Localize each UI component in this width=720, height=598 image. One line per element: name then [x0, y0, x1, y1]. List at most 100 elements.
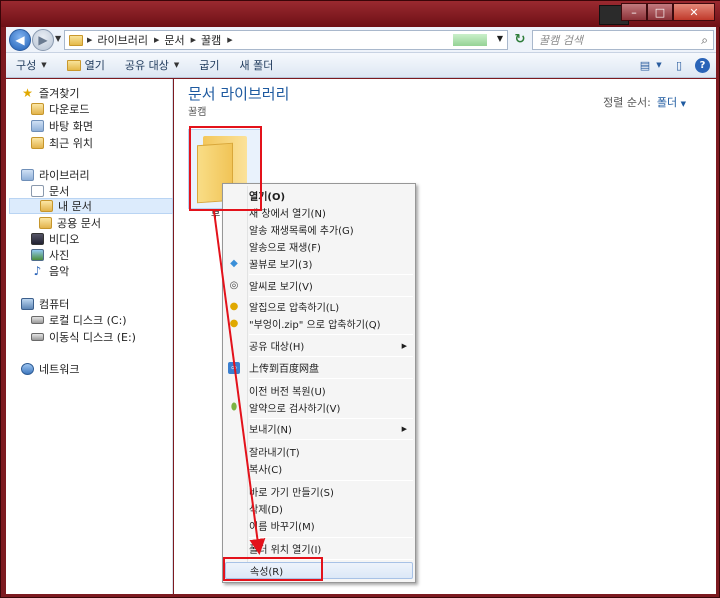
search-icon[interactable]: ⌕ — [701, 33, 708, 48]
pictures-icon — [31, 249, 44, 261]
view-options-icon[interactable]: ▤ — [637, 57, 653, 73]
nav-videos[interactable]: 비디오 — [31, 231, 79, 247]
minimize-button[interactable]: – — [621, 3, 647, 21]
music-note-icon: ♪ — [33, 264, 42, 278]
documents-icon — [31, 185, 44, 197]
menu-item-open-folder-location[interactable]: 폴더 위치 열기(I) — [225, 540, 413, 557]
burn-button[interactable]: 굽기 — [189, 53, 229, 78]
menu-item-copy[interactable]: 복사(C) — [225, 460, 413, 477]
nav-network[interactable]: 네트워크 — [21, 361, 79, 377]
folder-icon — [69, 34, 83, 46]
nav-downloads[interactable]: 다운로드 — [31, 101, 89, 117]
menu-item-send-to[interactable]: 보내기(N) ▶ — [225, 420, 413, 437]
menu-item-honeyview[interactable]: ◆ 꿀뷰로 보기(3) — [225, 255, 413, 272]
breadcrumb-separator-icon[interactable]: ▶ — [154, 36, 159, 44]
alsee-icon: ◎ — [229, 280, 239, 291]
arrange-label: 정렬 순서: — [603, 96, 651, 109]
honeyview-icon: ◆ — [230, 258, 238, 269]
arrange-by: 정렬 순서: 폴더 ▼ — [603, 94, 686, 110]
nav-label: 비디오 — [49, 233, 80, 246]
library-icon — [21, 169, 34, 181]
nav-libraries[interactable]: 라이브러리 — [21, 167, 90, 183]
address-bar[interactable]: ▶ 라이브러리 ▶ 문서 ▶ 꿀캠 ▶ ▼ — [64, 30, 508, 50]
nav-favorites[interactable]: ★ 즐겨찾기 — [21, 85, 79, 101]
back-button[interactable]: ◀ — [9, 29, 31, 51]
menu-item-create-shortcut[interactable]: 바로 가기 만들기(S) — [225, 483, 413, 500]
breadcrumb-documents[interactable]: 문서 — [164, 32, 184, 48]
menu-item-restore-previous[interactable]: 이전 버전 복원(U) — [225, 382, 413, 399]
share-with-button[interactable]: 공유 대상 ▼ — [115, 53, 189, 78]
menu-item-alsee[interactable]: ◎ 알씨로 보기(V) — [225, 277, 413, 294]
search-placeholder: 꿀캠 검색 — [539, 34, 583, 47]
submenu-arrow-icon: ▶ — [401, 341, 407, 350]
arrange-value: 폴더 — [656, 96, 678, 109]
explorer-window: – □ ✕ ◀ ▶ ▼ ▶ 라이브러리 ▶ 문서 ▶ 꿀캠 ▶ ▼ ↻ 꿀캠 검… — [0, 0, 720, 598]
nav-my-documents[interactable]: 내 문서 — [9, 198, 173, 214]
open-button[interactable]: 열기 — [57, 53, 115, 78]
nav-computer[interactable]: 컴퓨터 — [21, 296, 69, 312]
nav-local-disk[interactable]: 로컬 디스크 (C:) — [31, 312, 127, 328]
nav-removable-disk[interactable]: 이동식 디스크 (E:) — [31, 329, 136, 345]
help-icon[interactable]: ? — [695, 57, 710, 73]
nav-label: 최근 위치 — [49, 137, 93, 150]
breadcrumb-libraries[interactable]: 라이브러리 — [97, 32, 148, 48]
menu-separator — [249, 537, 413, 538]
address-history-dropdown-icon[interactable]: ▼ — [497, 34, 503, 43]
refresh-button[interactable]: ↻ — [512, 32, 528, 48]
menu-item-label: 복사(C) — [249, 465, 283, 476]
refresh-icon: ↻ — [514, 32, 526, 47]
maximize-button[interactable]: □ — [647, 3, 673, 21]
recent-pages-dropdown-icon[interactable]: ▼ — [55, 34, 61, 43]
nav-label: 이동식 디스크 (E:) — [49, 331, 136, 344]
view-dropdown-icon[interactable]: ▼ — [655, 57, 663, 73]
nav-documents[interactable]: 문서 — [31, 183, 69, 199]
nav-label: 다운로드 — [49, 103, 90, 116]
alzip-icon: ● — [229, 301, 239, 312]
search-input[interactable]: 꿀캠 검색 ⌕ — [532, 30, 714, 50]
nav-label: 컴퓨터 — [39, 298, 70, 311]
menu-item-delete[interactable]: 삭제(D) — [225, 500, 413, 517]
menu-item-label: 알씨로 보기(V) — [249, 282, 313, 293]
arrange-by-dropdown[interactable]: 폴더 ▼ — [657, 96, 686, 109]
nav-recent[interactable]: 최근 위치 — [31, 135, 93, 151]
menu-item-cut[interactable]: 잘라내기(T) — [225, 443, 413, 460]
computer-icon — [21, 298, 34, 310]
preview-pane-icon[interactable]: ▯ — [671, 57, 687, 73]
organize-button[interactable]: 구성 ▼ — [6, 53, 57, 78]
breadcrumb-separator-icon[interactable]: ▶ — [227, 36, 232, 44]
close-button[interactable]: ✕ — [673, 3, 715, 21]
menu-item-label: 공유 대상(H) — [249, 342, 305, 353]
new-folder-button[interactable]: 새 폴더 — [230, 53, 284, 78]
nav-public-documents[interactable]: 공용 문서 — [39, 215, 101, 231]
breadcrumb-separator-icon[interactable]: ▶ — [191, 36, 196, 44]
back-arrow-icon: ◀ — [15, 33, 25, 47]
close-icon: ✕ — [689, 5, 699, 19]
menu-item-alsong-play[interactable]: 알송으로 재생(F) — [225, 238, 413, 255]
organize-label: 구성 — [16, 59, 37, 72]
menu-item-label: "부엉이.zip" 으로 압축하기(Q) — [249, 320, 381, 331]
menu-item-baidu-upload[interactable]: ∞ 上传到百度网盘 — [225, 359, 413, 376]
menu-separator — [249, 274, 413, 275]
title-bar[interactable]: – □ ✕ — [1, 1, 720, 27]
nav-desktop[interactable]: 바탕 화면 — [31, 118, 93, 134]
menu-item-label: 바로 가기 만들기(S) — [249, 488, 334, 499]
menu-item-compress-zip[interactable]: ● "부엉이.zip" 으로 압축하기(Q) — [225, 315, 413, 332]
chevron-down-icon: ▼ — [41, 61, 47, 69]
breadcrumb-separator-icon[interactable]: ▶ — [87, 36, 92, 44]
menu-item-alzip-compress[interactable]: ● 알집으로 압축하기(L) — [225, 298, 413, 315]
nav-label: 바탕 화면 — [49, 120, 93, 133]
nav-pictures[interactable]: 사진 — [31, 247, 69, 263]
nav-music[interactable]: ♪ 음악 — [31, 263, 70, 279]
menu-item-alsong-add-playlist[interactable]: 알송 재생목록에 추가(G) — [225, 221, 413, 238]
menu-item-rename[interactable]: 이름 바꾸기(M) — [225, 517, 413, 534]
menu-item-alyac-scan[interactable]: ⬮ 알약으로 검사하기(V) — [225, 399, 413, 416]
breadcrumb-current[interactable]: 꿀캠 — [201, 32, 221, 48]
menu-separator — [249, 439, 413, 440]
forward-button[interactable]: ▶ — [32, 29, 54, 51]
removable-disk-icon — [31, 333, 44, 341]
menu-item-share-with[interactable]: 공유 대상(H) ▶ — [225, 337, 413, 354]
menu-item-label: 이전 버전 복원(U) — [249, 387, 326, 398]
menu-item-label: 알송으로 재생(F) — [249, 243, 321, 254]
menu-item-label: 이름 바꾸기(M) — [249, 522, 315, 533]
open-label: 열기 — [84, 59, 105, 72]
